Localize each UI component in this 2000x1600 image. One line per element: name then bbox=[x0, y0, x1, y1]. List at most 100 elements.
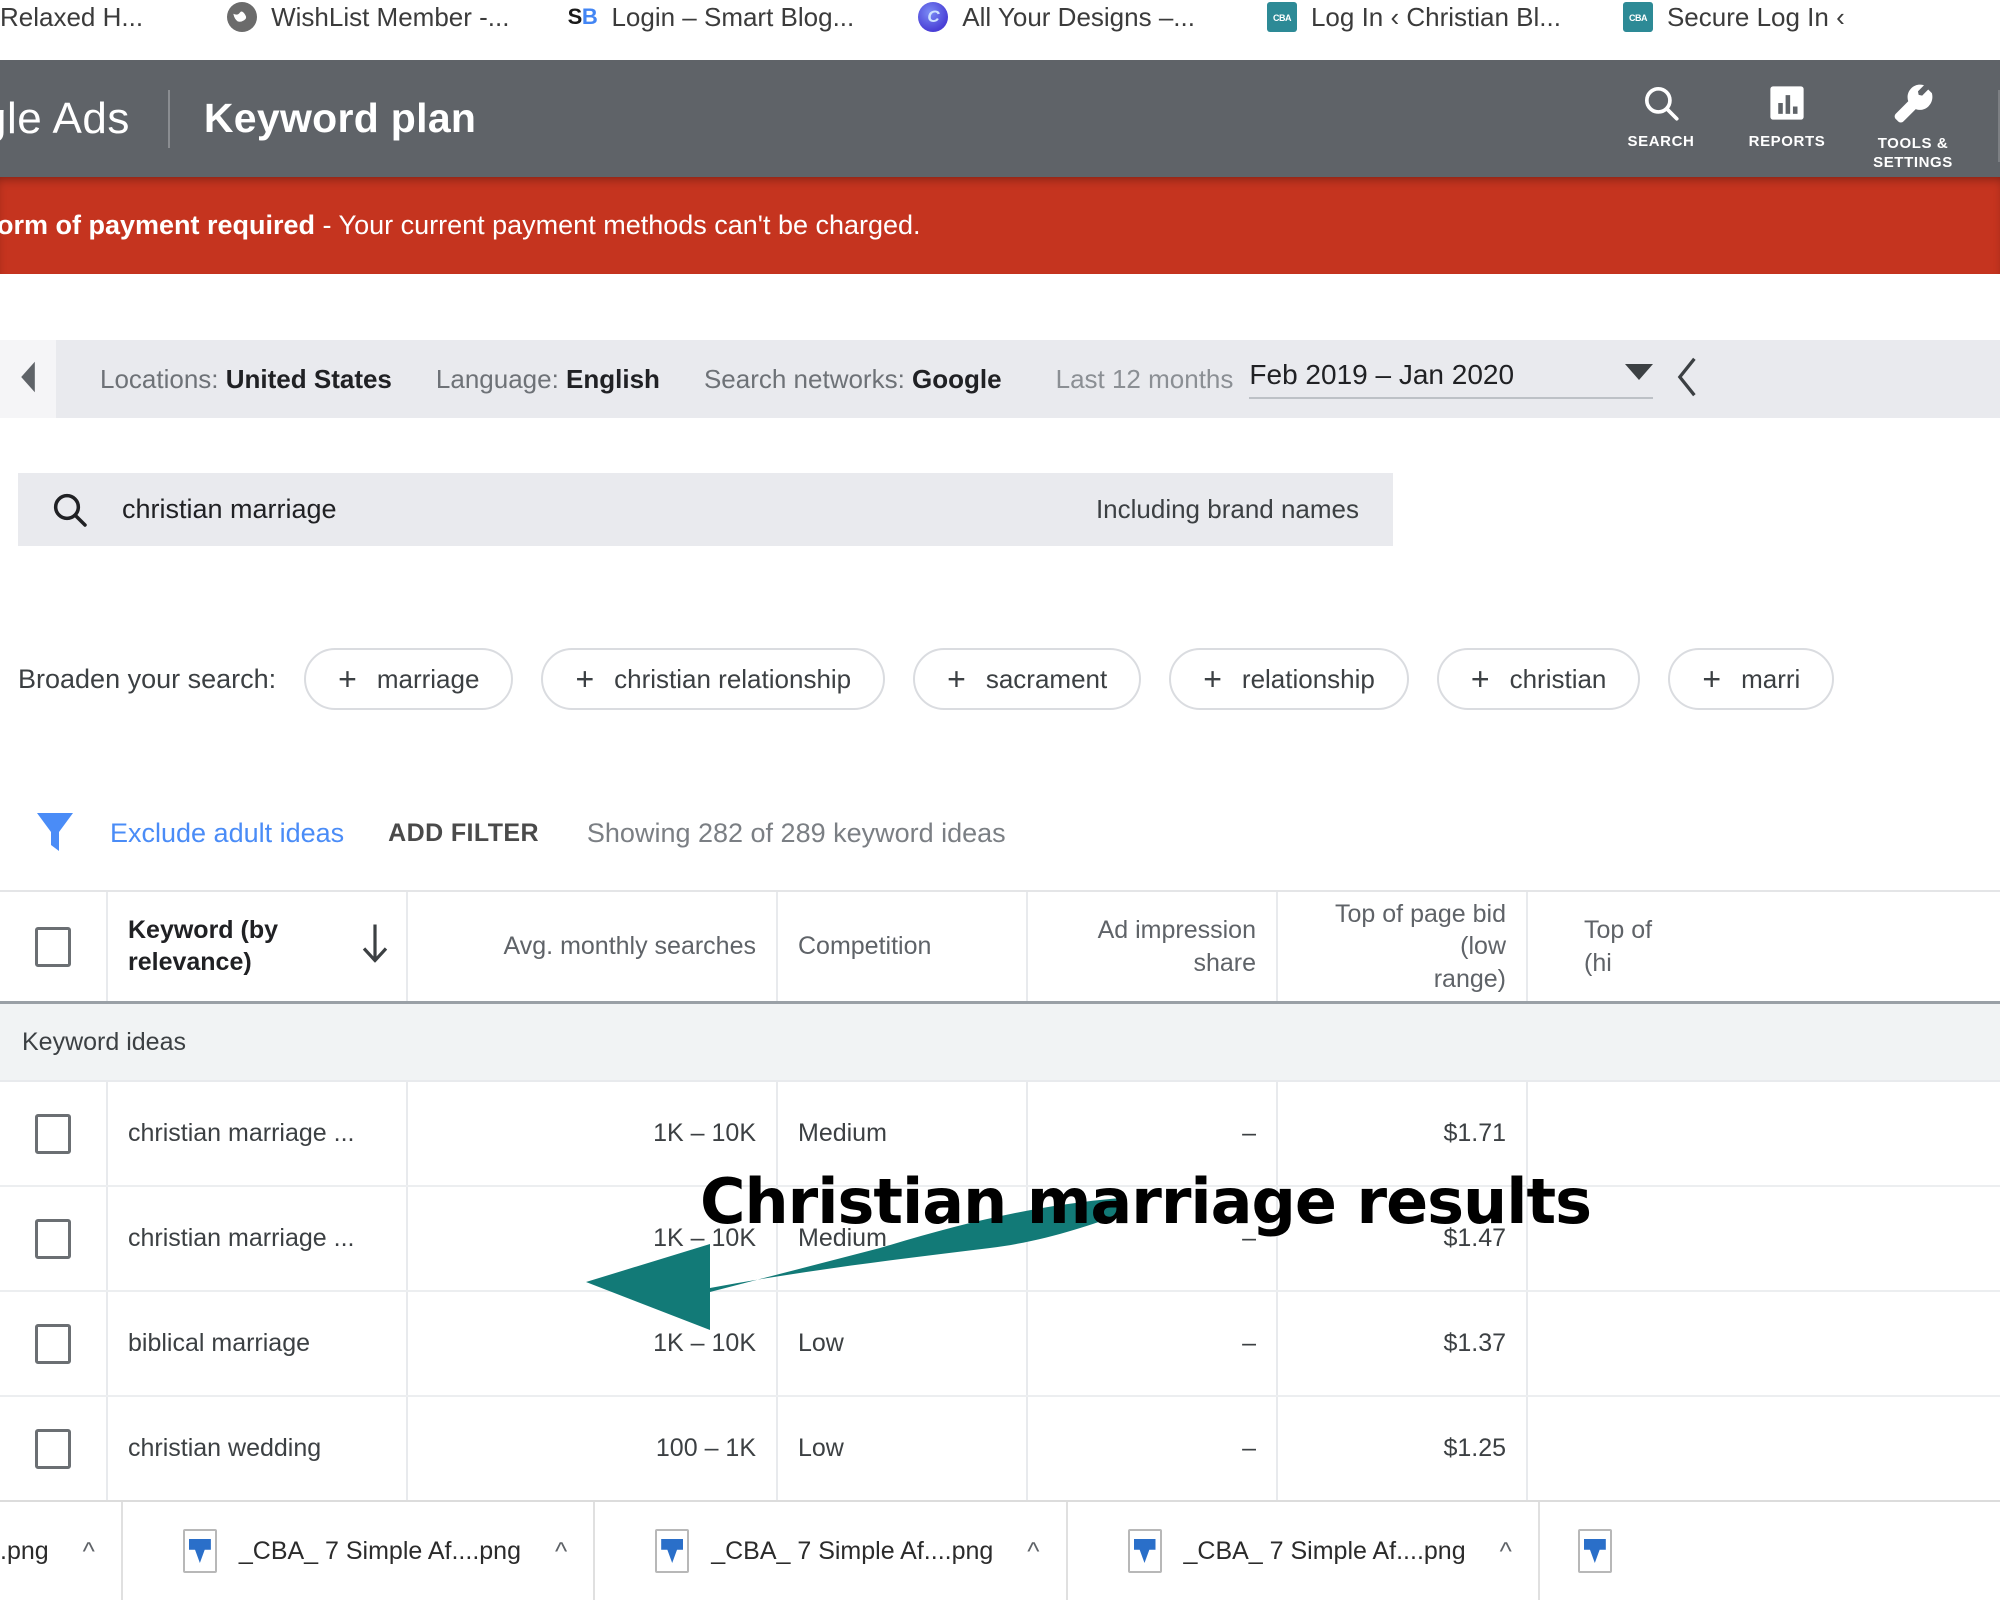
date-range-select[interactable]: Feb 2019 – Jan 2020 bbox=[1249, 359, 1654, 399]
browser-tab[interactable]: WishList Member -... bbox=[169, 0, 535, 40]
reports-bar-chart-icon bbox=[1766, 82, 1808, 124]
cell-bid-high bbox=[1528, 1397, 2000, 1500]
left-caret-icon bbox=[17, 360, 39, 399]
column-header-label: Avg. monthly searches bbox=[503, 932, 756, 960]
broaden-chip-christian-relationship[interactable]: + christian relationship bbox=[541, 648, 886, 710]
png-file-icon bbox=[1577, 1529, 1612, 1573]
broaden-chip-christian[interactable]: + christian bbox=[1436, 648, 1641, 710]
chevron-up-icon[interactable]: ^ bbox=[1500, 1536, 1512, 1567]
row-checkbox[interactable] bbox=[0, 1397, 108, 1500]
png-file-icon bbox=[655, 1529, 690, 1573]
cell-bid-high bbox=[1528, 1082, 2000, 1185]
locations-filter[interactable]: Locations: United States bbox=[100, 364, 392, 395]
date-range-value: Feb 2019 – Jan 2020 bbox=[1249, 359, 1515, 390]
table-group-label: Keyword ideas bbox=[22, 1027, 186, 1056]
table-row[interactable]: christian wedding 100 – 1K Low – $1.25 bbox=[0, 1397, 2000, 1502]
allyourdesigns-icon: C bbox=[918, 2, 949, 32]
broaden-search-row: Broaden your search: + marriage + christ… bbox=[0, 640, 2000, 718]
checkbox-icon bbox=[35, 1113, 71, 1154]
plus-icon: + bbox=[338, 661, 357, 697]
download-item[interactable]: .png ^ bbox=[0, 1502, 123, 1600]
column-header-top-of-page-bid-high[interactable]: Top of (hi bbox=[1528, 892, 2000, 1001]
row-checkbox[interactable] bbox=[0, 1292, 108, 1395]
broaden-chip-relationship[interactable]: + relationship bbox=[1169, 648, 1409, 710]
browser-tab[interactable]: Relaxed H... bbox=[0, 0, 169, 40]
chevron-up-icon[interactable]: ^ bbox=[83, 1536, 95, 1567]
broaden-chip-marri[interactable]: + marri bbox=[1668, 648, 1835, 710]
collapse-panel-button[interactable] bbox=[0, 340, 56, 418]
table-row[interactable]: biblical marriage 1K – 10K Low – $1.37 bbox=[0, 1292, 2000, 1397]
cell-keyword: biblical marriage bbox=[108, 1292, 408, 1395]
checkbox-icon bbox=[35, 926, 71, 967]
search-networks-filter[interactable]: Search networks: Google bbox=[704, 364, 1002, 395]
column-header-avg-monthly-searches[interactable]: Avg. monthly searches bbox=[408, 892, 778, 1001]
download-item[interactable]: _CBA_ 7 Simple Af....png ^ bbox=[595, 1502, 1068, 1600]
reports-button-label: REPORTS bbox=[1748, 133, 1826, 150]
cell-ad-impression-share: – bbox=[1028, 1292, 1278, 1395]
broaden-chip-sacrament[interactable]: + sacrament bbox=[913, 648, 1142, 710]
language-label: Language: bbox=[435, 363, 567, 394]
png-file-icon bbox=[182, 1529, 217, 1573]
column-header-top-of-page-bid-low[interactable]: Top of page bid (low range) bbox=[1278, 892, 1528, 1001]
browser-tab[interactable]: CBA Secure Log In ‹ bbox=[1587, 0, 1871, 40]
payment-alert-text: form of payment required - Your current … bbox=[0, 210, 921, 241]
browser-tab-title: Login – Smart Blog... bbox=[611, 1, 855, 32]
annotation-text: Christian marriage results bbox=[700, 1165, 1592, 1238]
cba-icon: CBA bbox=[1266, 2, 1297, 32]
row-checkbox[interactable] bbox=[0, 1082, 108, 1185]
header-actions: SEARCH REPORTS TOOLS & SETTINGS bbox=[1598, 60, 2000, 177]
filter-funnel-icon[interactable] bbox=[0, 811, 110, 855]
language-filter[interactable]: Language: English bbox=[436, 364, 660, 395]
download-item[interactable] bbox=[1540, 1502, 1660, 1600]
column-header-label: Top of (hi bbox=[1584, 916, 1653, 977]
broaden-chip-label: christian relationship bbox=[614, 663, 852, 694]
previous-period-button[interactable] bbox=[1675, 357, 1701, 402]
plus-icon: + bbox=[1702, 661, 1722, 697]
column-header-label: Ad impression share bbox=[1097, 916, 1256, 977]
browser-tab[interactable]: C All Your Designs –... bbox=[880, 0, 1221, 40]
filter-toolbar: Exclude adult ideas ADD FILTER Showing 2… bbox=[0, 790, 2000, 876]
networks-label: Search networks: bbox=[703, 363, 913, 394]
plus-icon: + bbox=[947, 661, 966, 697]
reports-button[interactable]: REPORTS bbox=[1724, 82, 1850, 152]
browser-tab[interactable]: CBA Log In ‹ Christian Bl... bbox=[1221, 0, 1587, 40]
sort-down-arrow-icon[interactable] bbox=[362, 924, 388, 969]
download-item[interactable]: _CBA_ 7 Simple Af....png ^ bbox=[123, 1502, 596, 1600]
broaden-chip-marriage[interactable]: + marriage bbox=[304, 648, 514, 710]
column-header-competition[interactable]: Competition bbox=[778, 892, 1028, 1001]
column-header-keyword[interactable]: Keyword (by relevance) bbox=[108, 892, 408, 1001]
download-item[interactable]: _CBA_ 7 Simple Af....png ^ bbox=[1068, 1502, 1540, 1600]
search-input[interactable]: christian marriage bbox=[122, 494, 337, 525]
browser-tab[interactable]: SB Login – Smart Blog... bbox=[535, 0, 880, 40]
select-all-checkbox[interactable] bbox=[0, 892, 108, 1001]
cell-keyword: christian wedding bbox=[108, 1397, 408, 1500]
checkbox-icon bbox=[35, 1428, 71, 1469]
download-file-name: _CBA_ 7 Simple Af....png bbox=[711, 1536, 994, 1565]
browser-tab-title: All Your Designs –... bbox=[962, 1, 1195, 32]
language-value: English bbox=[566, 363, 660, 394]
table-group-row: Keyword ideas bbox=[0, 1004, 2000, 1082]
column-header-ad-impression-share[interactable]: Ad impression share bbox=[1028, 892, 1278, 1001]
cba-icon: CBA bbox=[1622, 2, 1653, 32]
cell-competition: Low bbox=[778, 1292, 1028, 1395]
chevron-up-icon[interactable]: ^ bbox=[555, 1536, 567, 1567]
add-filter-button[interactable]: ADD FILTER bbox=[388, 819, 539, 848]
tab-strip-spacer bbox=[0, 48, 2000, 60]
column-header-label: Competition bbox=[798, 932, 932, 960]
search-button[interactable]: SEARCH bbox=[1598, 82, 1724, 152]
exclude-adult-ideas-chip[interactable]: Exclude adult ideas bbox=[110, 818, 344, 849]
download-file-name: .png bbox=[0, 1536, 49, 1565]
payment-alert-bold: form of payment required bbox=[0, 210, 316, 240]
tools-settings-button[interactable]: TOOLS & SETTINGS bbox=[1850, 82, 1976, 173]
browser-tab-title: Secure Log In ‹ bbox=[1666, 1, 1845, 32]
cell-bid-high bbox=[1528, 1292, 2000, 1395]
including-brand-names-toggle[interactable]: Including brand names bbox=[1096, 494, 1359, 525]
google-ads-header: gle Ads Keyword plan SEARCH REPORTS bbox=[0, 60, 2000, 177]
row-checkbox[interactable] bbox=[0, 1187, 108, 1290]
broaden-chip-label: relationship bbox=[1241, 663, 1375, 694]
networks-value: Google bbox=[912, 363, 1002, 394]
keyword-search-field[interactable]: christian marriage Including brand names bbox=[18, 473, 1393, 546]
google-ads-logo[interactable]: gle Ads bbox=[0, 94, 130, 144]
chevron-up-icon[interactable]: ^ bbox=[1027, 1536, 1039, 1567]
keyword-settings-bar: Locations: United States Language: Engli… bbox=[0, 340, 2000, 418]
